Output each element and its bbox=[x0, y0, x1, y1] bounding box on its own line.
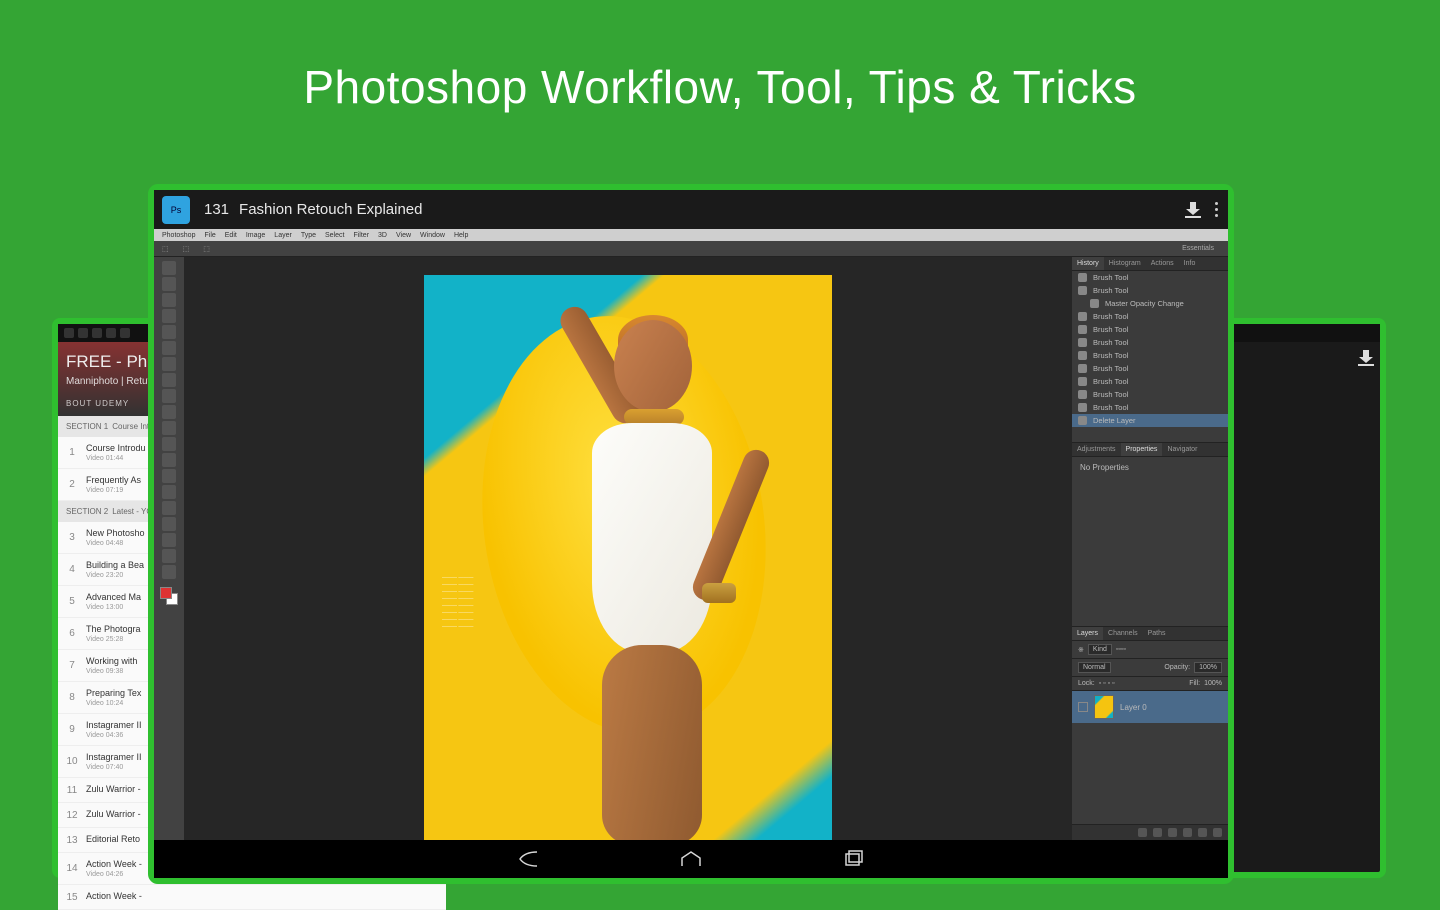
eraser-tool[interactable] bbox=[162, 421, 176, 435]
history-item[interactable]: Brush Tool bbox=[1072, 401, 1228, 414]
history-item[interactable]: Brush Tool bbox=[1072, 310, 1228, 323]
move-tool[interactable] bbox=[162, 261, 176, 275]
color-swatches[interactable] bbox=[160, 587, 178, 605]
menu-select[interactable]: Select bbox=[325, 232, 344, 239]
history-item[interactable]: Brush Tool bbox=[1072, 271, 1228, 284]
marquee-tool[interactable] bbox=[162, 277, 176, 291]
stamp-tool[interactable] bbox=[162, 389, 176, 403]
type-tool[interactable] bbox=[162, 501, 176, 515]
history-item[interactable]: Master Opacity Change bbox=[1072, 297, 1228, 310]
android-nav-bar bbox=[154, 840, 1228, 878]
layer-name[interactable]: Layer 0 bbox=[1120, 703, 1147, 712]
layer-row[interactable]: Layer 0 bbox=[1072, 691, 1228, 723]
dodge-tool[interactable] bbox=[162, 469, 176, 483]
layer-thumbnail[interactable] bbox=[1094, 695, 1114, 719]
history-item[interactable]: Delete Layer bbox=[1072, 414, 1228, 427]
history-item[interactable]: Brush Tool bbox=[1072, 323, 1228, 336]
properties-panel: No Properties bbox=[1072, 457, 1228, 627]
blend-mode[interactable]: Normal bbox=[1078, 662, 1111, 673]
tab-channels[interactable]: Channels bbox=[1103, 627, 1143, 640]
hand-tool[interactable] bbox=[162, 549, 176, 563]
history-item[interactable]: Brush Tool bbox=[1072, 375, 1228, 388]
zoom-tool[interactable] bbox=[162, 565, 176, 579]
history-panel[interactable]: Brush ToolBrush ToolMaster Opacity Chang… bbox=[1072, 271, 1228, 443]
download-icon[interactable] bbox=[1358, 350, 1372, 364]
canvas[interactable]: ——— —————— —————— —————— ——— ——— —————— … bbox=[184, 257, 1072, 840]
history-item[interactable]: Brush Tool bbox=[1072, 349, 1228, 362]
photoshop-window: Photoshop File Edit Image Layer Type Select Fil… bbox=[154, 229, 1228, 840]
menu-image[interactable]: Image bbox=[246, 232, 265, 239]
menu-type[interactable]: Type bbox=[301, 232, 316, 239]
tab-properties[interactable]: Properties bbox=[1121, 443, 1163, 456]
menu-3d[interactable]: 3D bbox=[378, 232, 387, 239]
lasso-tool[interactable] bbox=[162, 293, 176, 307]
history-tabs[interactable]: HistoryHistogramActionsInfo bbox=[1072, 257, 1228, 271]
layers-panel[interactable]: ※ Kind ▫▫▫▫ Normal Opacity: 100% Lock: ▫… bbox=[1072, 641, 1228, 840]
photo-credits: ——— —————— —————— —————— ——— ——— —————— … bbox=[442, 575, 552, 631]
menu-bar[interactable]: Photoshop File Edit Image Layer Type Select Fil… bbox=[154, 229, 1228, 241]
history-item[interactable]: Brush Tool bbox=[1072, 336, 1228, 349]
download-icon[interactable] bbox=[1185, 202, 1201, 218]
tab-paths[interactable]: Paths bbox=[1143, 627, 1171, 640]
photo-document[interactable]: ——— —————— —————— —————— ——— ——— —————— … bbox=[424, 275, 832, 840]
menu-edit[interactable]: Edit bbox=[225, 232, 237, 239]
fill-value[interactable]: 100% bbox=[1204, 680, 1222, 687]
menu-filter[interactable]: Filter bbox=[353, 232, 369, 239]
menu-layer[interactable]: Layer bbox=[274, 232, 292, 239]
menu-window[interactable]: Window bbox=[420, 232, 445, 239]
app-bar: Ps 131 Fashion Retouch Explained bbox=[154, 190, 1228, 229]
layers-tabs[interactable]: LayersChannelsPaths bbox=[1072, 627, 1228, 641]
tab-history[interactable]: History bbox=[1072, 257, 1104, 270]
lesson-number: 131 bbox=[204, 201, 229, 218]
history-brush-tool[interactable] bbox=[162, 405, 176, 419]
opacity-value[interactable]: 100% bbox=[1194, 662, 1222, 673]
filter-kind[interactable]: Kind bbox=[1088, 644, 1112, 655]
layers-footer[interactable] bbox=[1072, 824, 1228, 840]
tools-panel[interactable] bbox=[154, 257, 184, 840]
shape-tool[interactable] bbox=[162, 533, 176, 547]
home-icon[interactable] bbox=[679, 850, 703, 868]
pen-tool[interactable] bbox=[162, 485, 176, 499]
path-tool[interactable] bbox=[162, 517, 176, 531]
panels-dock: HistoryHistogramActionsInfo Brush ToolBr… bbox=[1072, 257, 1228, 840]
crop-tool[interactable] bbox=[162, 325, 176, 339]
menu-view[interactable]: View bbox=[396, 232, 411, 239]
main-tablet: Ps 131 Fashion Retouch Explained Photosh… bbox=[148, 184, 1234, 884]
workspace-switcher[interactable]: Essentials bbox=[1182, 245, 1214, 252]
history-item[interactable]: Brush Tool bbox=[1072, 388, 1228, 401]
page-headline: Photoshop Workflow, Tool, Tips & Tricks bbox=[0, 0, 1440, 114]
menu-file[interactable]: File bbox=[204, 232, 215, 239]
tab-histogram[interactable]: Histogram bbox=[1104, 257, 1146, 270]
blur-tool[interactable] bbox=[162, 453, 176, 467]
back-icon[interactable] bbox=[517, 850, 539, 868]
menu-photoshop[interactable]: Photoshop bbox=[162, 232, 195, 239]
visibility-toggle[interactable] bbox=[1078, 702, 1088, 712]
tab-actions[interactable]: Actions bbox=[1146, 257, 1179, 270]
menu-help[interactable]: Help bbox=[454, 232, 468, 239]
lesson-title: Fashion Retouch Explained bbox=[239, 201, 422, 218]
history-item[interactable]: Brush Tool bbox=[1072, 362, 1228, 375]
recents-icon[interactable] bbox=[843, 850, 865, 868]
eyedropper-tool[interactable] bbox=[162, 341, 176, 355]
tab-layers[interactable]: Layers bbox=[1072, 627, 1103, 640]
video-row[interactable]: 15Action Week - bbox=[58, 885, 446, 910]
history-item[interactable]: Brush Tool bbox=[1072, 284, 1228, 297]
overflow-menu-icon[interactable] bbox=[1215, 202, 1218, 217]
tab-adjustments[interactable]: Adjustments bbox=[1072, 443, 1121, 456]
wand-tool[interactable] bbox=[162, 309, 176, 323]
heal-tool[interactable] bbox=[162, 357, 176, 371]
tab-info[interactable]: Info bbox=[1179, 257, 1201, 270]
app-icon[interactable]: Ps bbox=[162, 196, 190, 224]
tab-navigator[interactable]: Navigator bbox=[1162, 443, 1202, 456]
brush-tool[interactable] bbox=[162, 373, 176, 387]
gradient-tool[interactable] bbox=[162, 437, 176, 451]
properties-tabs[interactable]: AdjustmentsPropertiesNavigator bbox=[1072, 443, 1228, 457]
options-bar[interactable]: ⬚⬚⬚ Essentials bbox=[154, 241, 1228, 257]
